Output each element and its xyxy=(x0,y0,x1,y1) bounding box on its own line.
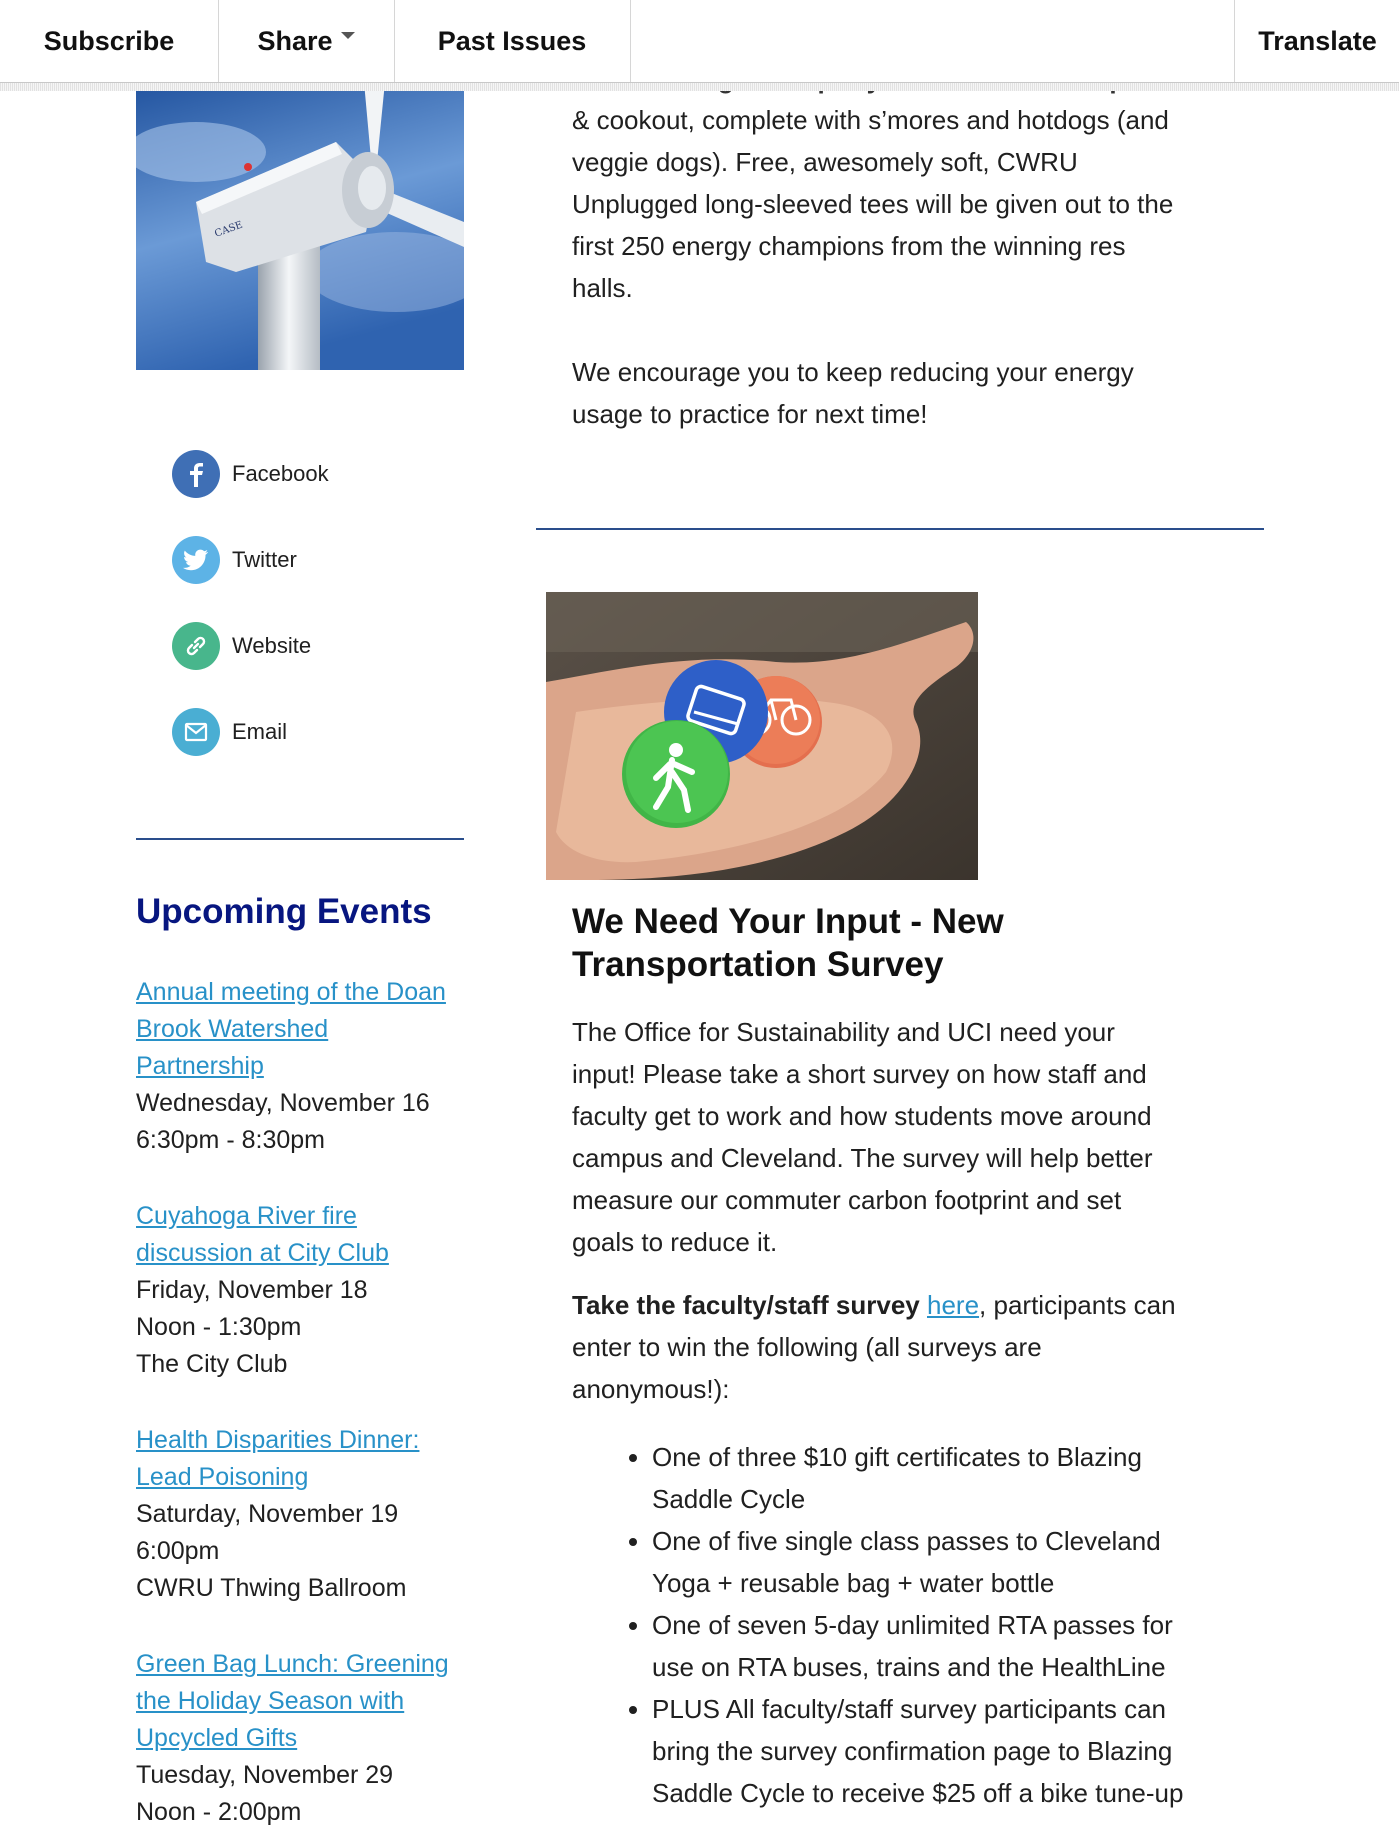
social-email[interactable]: Email xyxy=(172,708,287,756)
event-item: Green Bag Lunch: Greening the Holiday Se… xyxy=(136,1646,476,1831)
event-date: Friday, November 18 xyxy=(136,1276,368,1304)
cta-bold-text: Take the faculty/staff survey xyxy=(572,1290,920,1320)
survey-intro: The Office for Sustainability and UCI ne… xyxy=(572,1011,1232,1263)
cta-text: , participants can xyxy=(979,1290,1176,1320)
survey-here-link[interactable]: here xyxy=(927,1290,979,1320)
prize-line: Yoga + reusable bag + water bottle xyxy=(652,1568,1055,1598)
paragraph-line: measure our commuter carbon footprint an… xyxy=(572,1185,1122,1215)
prize-line: Saddle Cycle xyxy=(652,1484,806,1514)
share-label: Share xyxy=(257,25,333,56)
website-label: Website xyxy=(232,633,312,658)
event-link[interactable]: Green Bag Lunch: Greening the Holiday Se… xyxy=(136,1646,476,1757)
prize-line: bring the survey confirmation page to Bl… xyxy=(652,1736,1173,1766)
prize-line: use on RTA buses, trains and the HealthL… xyxy=(652,1652,1166,1682)
subscribe-label: Subscribe xyxy=(43,25,175,56)
heading-line: Transportation Survey xyxy=(572,945,944,984)
event-location: CWRU Thwing Ballroom xyxy=(136,1574,407,1602)
transport-buttons-photo xyxy=(546,592,978,880)
article-divider xyxy=(536,528,1264,530)
wind-turbine-image: CASE xyxy=(136,72,464,370)
paragraph-line: input! Please take a short survey on how… xyxy=(572,1059,1147,1089)
paragraph-line: We encourage you to keep reducing your e… xyxy=(572,357,1134,387)
mail-icon xyxy=(172,708,220,756)
prize-item: One of five single class passes to Cleve… xyxy=(652,1520,1272,1604)
link-icon xyxy=(172,622,220,670)
prize-item: One of three $10 gift certificates to Bl… xyxy=(652,1436,1272,1520)
event-time: Noon - 2:00pm xyxy=(136,1798,302,1826)
share-button[interactable]: Share xyxy=(218,0,395,82)
survey-cta: Take the faculty/staff survey here, part… xyxy=(572,1284,1232,1410)
event-link-line: Upcycled Gifts xyxy=(136,1724,298,1752)
upcoming-events-title: Upcoming Events xyxy=(136,892,432,931)
event-link-line: Lead Poisoning xyxy=(136,1463,309,1491)
article-paragraph: & cookout, complete with s’mores and hot… xyxy=(572,99,1232,309)
twitter-icon xyxy=(172,536,220,584)
event-link-line: Health Disparities Dinner: xyxy=(136,1426,420,1454)
prize-line: PLUS All faculty/staff survey participan… xyxy=(652,1694,1166,1724)
prize-item: One of seven 5-day unlimited RTA passes … xyxy=(652,1604,1272,1688)
event-link-line: Partnership xyxy=(136,1052,264,1080)
past-issues-label: Past Issues xyxy=(437,25,587,56)
social-twitter[interactable]: Twitter xyxy=(172,536,297,584)
social-facebook[interactable]: Facebook xyxy=(172,450,329,498)
paragraph-line: The Office for Sustainability and UCI ne… xyxy=(572,1017,1115,1047)
prize-item: PLUS All faculty/staff survey participan… xyxy=(652,1688,1272,1814)
survey-heading: We Need Your Input - New Transportation … xyxy=(572,900,1212,986)
event-time: 6:30pm - 8:30pm xyxy=(136,1126,325,1154)
subscribe-button[interactable]: Subscribe xyxy=(0,0,219,82)
prize-line: Saddle Cycle to receive $25 off a bike t… xyxy=(652,1778,1184,1808)
paragraph-line: Unplugged long-sleeved tees will be give… xyxy=(572,189,1174,219)
heading-line: We Need Your Input - New xyxy=(572,902,1004,941)
event-date: Wednesday, November 16 xyxy=(136,1089,430,1117)
email-label: Email xyxy=(232,719,288,744)
event-date: Saturday, November 19 xyxy=(136,1500,399,1528)
chevron-down-icon xyxy=(340,31,355,39)
event-time: Noon - 1:30pm xyxy=(136,1313,302,1341)
prize-list: One of three $10 gift certificates to Bl… xyxy=(622,1436,1272,1814)
event-location: The City Club xyxy=(136,1350,288,1378)
event-link-line: Annual meeting of the Doan xyxy=(136,978,446,1006)
article-closing-paragraph: We encourage you to keep reducing your e… xyxy=(572,351,1232,435)
top-bar-spacer xyxy=(630,0,1235,82)
prize-line: One of three $10 gift certificates to Bl… xyxy=(652,1442,1142,1472)
paragraph-line: faculty get to work and how students mov… xyxy=(572,1101,1152,1131)
top-bar: Subscribe Share Past Issues Translate xyxy=(0,0,1399,91)
prize-line: One of five single class passes to Cleve… xyxy=(652,1526,1161,1556)
cta-line: Take the faculty/staff survey here, part… xyxy=(572,1284,1232,1326)
event-link[interactable]: Cuyahoga River fire discussion at City C… xyxy=(136,1198,476,1272)
event-time: 6:00pm xyxy=(136,1537,220,1565)
paragraph-line: campus and Cleveland. The survey will he… xyxy=(572,1143,1153,1173)
event-link-line: discussion at City Club xyxy=(136,1239,389,1267)
event-link[interactable]: Annual meeting of the Doan Brook Watersh… xyxy=(136,974,476,1085)
event-link-line: the Holiday Season with xyxy=(136,1687,405,1715)
paragraph-line: enter to win the following (all surveys … xyxy=(572,1332,1042,1362)
translate-label: Translate xyxy=(1258,25,1377,56)
event-date: Tuesday, November 29 xyxy=(136,1761,394,1789)
past-issues-button[interactable]: Past Issues xyxy=(394,0,631,82)
left-divider xyxy=(136,838,464,840)
facebook-icon xyxy=(172,450,220,498)
event-item: Annual meeting of the Doan Brook Watersh… xyxy=(136,974,476,1159)
paragraph-line: halls. xyxy=(572,273,633,303)
paragraph-line: usage to practice for next time! xyxy=(572,399,928,429)
event-link-line: Green Bag Lunch: Greening xyxy=(136,1650,449,1678)
prize-line: One of seven 5-day unlimited RTA passes … xyxy=(652,1610,1173,1640)
paragraph-line: & cookout, complete with s’mores and hot… xyxy=(572,105,1169,135)
twitter-label: Twitter xyxy=(232,547,297,572)
paragraph-line: first 250 energy champions from the winn… xyxy=(572,231,1126,261)
event-item: Cuyahoga River fire discussion at City C… xyxy=(136,1198,476,1383)
event-item: Health Disparities Dinner: Lead Poisonin… xyxy=(136,1422,476,1607)
social-website[interactable]: Website xyxy=(172,622,311,670)
facebook-label: Facebook xyxy=(232,461,329,486)
paragraph-line: goals to reduce it. xyxy=(572,1227,778,1257)
event-link-line: Cuyahoga River fire xyxy=(136,1202,357,1230)
event-link-line: Brook Watershed xyxy=(136,1015,329,1043)
paragraph-line: anonymous!): xyxy=(572,1374,730,1404)
event-link[interactable]: Health Disparities Dinner: Lead Poisonin… xyxy=(136,1422,476,1496)
paragraph-line: veggie dogs). Free, awesomely soft, CWRU xyxy=(572,147,1078,177)
translate-button[interactable]: Translate xyxy=(1234,0,1399,82)
